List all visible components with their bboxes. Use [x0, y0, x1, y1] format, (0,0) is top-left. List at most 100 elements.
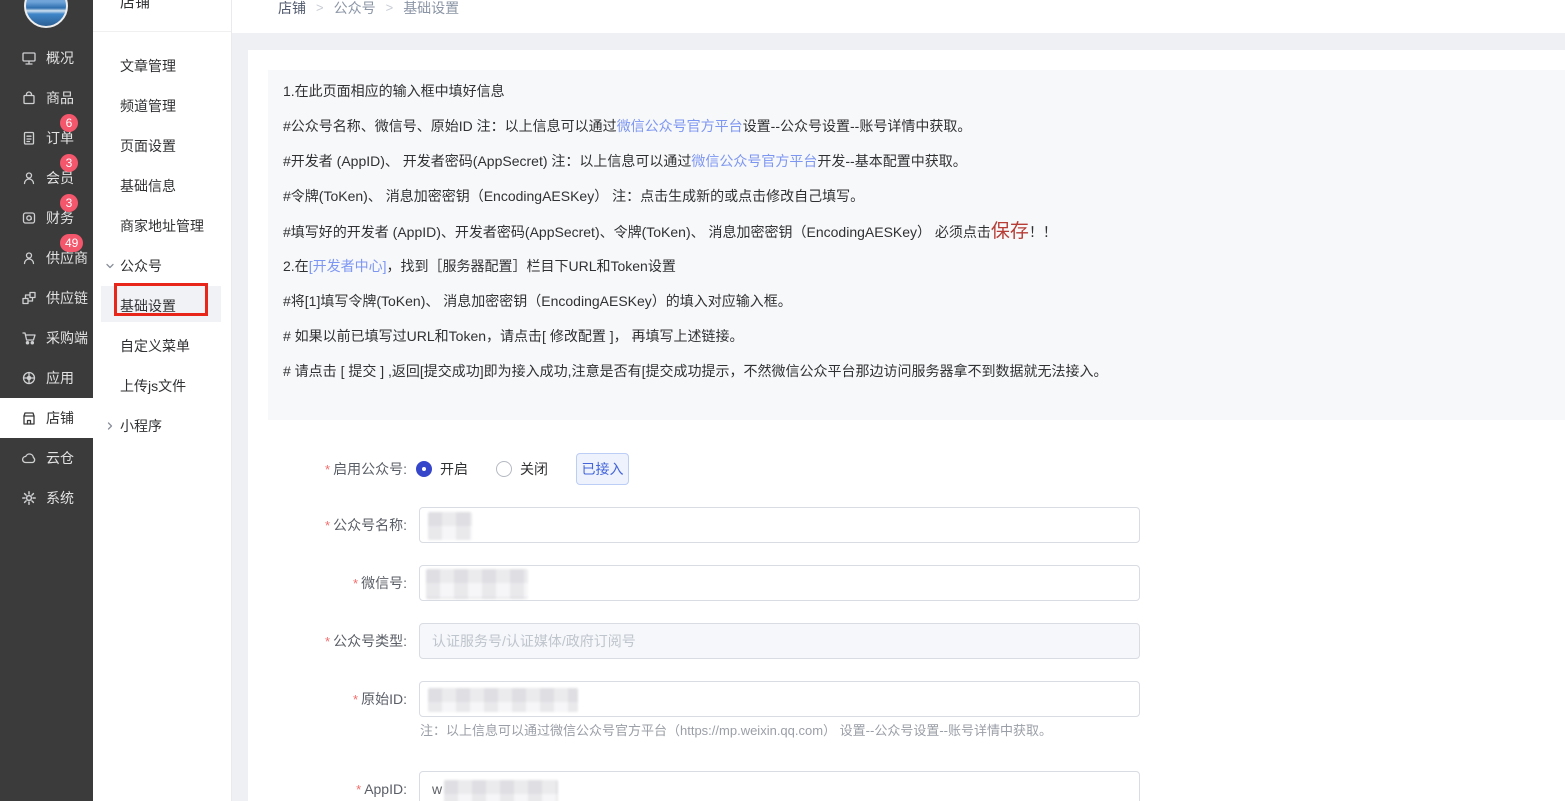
redacted-value [426, 569, 528, 599]
instruction-line: #公众号名称、微信号、原始ID 注：以上信息可以通过微信公众号官方平台设置--公… [283, 109, 1565, 144]
redacted-value [428, 688, 578, 712]
app-id-visible-value: w [432, 781, 442, 797]
sidebar-item-label: 概况 [46, 48, 74, 68]
account-name-label: *公众号名称: [248, 507, 407, 544]
sidebar-item-apps[interactable]: 应用 [0, 358, 93, 398]
sidebar-item-label: 供应链 [46, 288, 88, 308]
sidebar-item-members[interactable]: 会员 3 [0, 158, 93, 198]
enable-official-account-label: *启用公众号: [248, 451, 407, 488]
original-id-input[interactable] [419, 681, 1140, 717]
instructions-panel: 1.在此页面相应的输入框中填好信息 #公众号名称、微信号、原始ID 注：以上信息… [268, 70, 1565, 420]
instruction-line: 1.在此页面相应的输入框中填好信息 [283, 74, 1565, 109]
secondary-nav: 文章管理 频道管理 页面设置 基础信息 商家地址管理 公众号 基础设置 自定义菜… [93, 46, 231, 446]
top-bar: 店铺 > 公众号 > 基础设置 [232, 0, 1565, 33]
supply-chain-icon [21, 290, 37, 306]
app-id-label: *AppID: [248, 771, 407, 801]
sidebar-item-label: 系统 [46, 488, 74, 508]
official-platform-link[interactable]: 微信公众号官方平台 [691, 153, 817, 169]
redacted-value [444, 780, 558, 801]
instruction-line: #填写好的开发者 (AppID)、开发者密码(AppSecret)、令牌(ToK… [283, 214, 1565, 249]
finance-icon [21, 210, 37, 226]
account-type-placeholder: 认证服务号/认证媒体/政府订阅号 [432, 633, 636, 649]
menu-item-channel-management[interactable]: 频道管理 [93, 86, 231, 126]
radio-off[interactable] [496, 461, 512, 477]
sidebar-item-overview[interactable]: 概况 [0, 38, 93, 78]
cart-icon [21, 330, 37, 346]
instruction-line: # 如果以前已填写过URL和Token，请点击[ 修改配置 ]， 再填写上述链接… [283, 319, 1565, 354]
menu-group-mini-program[interactable]: 小程序 [93, 406, 231, 446]
radio-off-label[interactable]: 关闭 [520, 459, 548, 479]
primary-sidebar: 概况 商品 订单 6 会员 3 财务 3 供应商 49 供应链 [0, 0, 93, 801]
sidebar-item-system[interactable]: 系统 [0, 478, 93, 518]
developer-center-link[interactable]: [开发者中心] [309, 258, 387, 274]
wechat-id-input[interactable] [419, 565, 1140, 601]
redacted-value [428, 512, 472, 540]
menu-item-basic-info[interactable]: 基础信息 [93, 166, 231, 206]
content-area: 1.在此页面相应的输入框中填好信息 #公众号名称、微信号、原始ID 注：以上信息… [232, 33, 1565, 801]
original-id-label: *原始ID: [248, 681, 407, 718]
member-icon [21, 170, 37, 186]
instruction-line: #开发者 (AppID)、 开发者密码(AppSecret) 注：以上信息可以通… [283, 144, 1565, 179]
sidebar-item-procurement[interactable]: 采购端 [0, 318, 93, 358]
sidebar-item-shop[interactable]: 店铺 [0, 398, 93, 438]
sidebar-item-label: 店铺 [46, 408, 74, 428]
save-emphasis: 保存 [991, 221, 1029, 242]
gear-icon [21, 490, 37, 506]
instruction-line: # 请点击 [ 提交 ] ,返回[提交成功]即为接入成功,注意是否有[提交成功提… [283, 354, 1565, 389]
bag-icon [21, 90, 37, 106]
breadcrumb-item-shop[interactable]: 店铺 [278, 0, 306, 19]
menu-item-upload-js[interactable]: 上传js文件 [93, 366, 231, 406]
account-type-input: 认证服务号/认证媒体/政府订阅号 [419, 623, 1140, 659]
breadcrumb-item-basic-settings[interactable]: 基础设置 [403, 0, 459, 19]
account-type-label: *公众号类型: [248, 623, 407, 660]
sidebar-item-label: 商品 [46, 88, 74, 108]
supplier-icon [21, 250, 37, 266]
instruction-line: #令牌(ToKen)、 消息加密密钥（EncodingAESKey） 注：点击生… [283, 179, 1565, 214]
cloud-icon [21, 450, 37, 466]
menu-item-article-management[interactable]: 文章管理 [93, 46, 231, 86]
menu-item-page-settings[interactable]: 页面设置 [93, 126, 231, 166]
sidebar-item-cloud-warehouse[interactable]: 云仓 [0, 438, 93, 478]
account-name-input[interactable] [419, 507, 1140, 543]
official-platform-link[interactable]: 微信公众号官方平台 [617, 118, 743, 134]
orders-badge: 6 [60, 114, 78, 132]
sidebar-item-products[interactable]: 商品 [0, 78, 93, 118]
app-id-input[interactable]: w [419, 771, 1140, 801]
breadcrumb-separator: > [386, 0, 394, 19]
members-badge: 3 [60, 154, 78, 172]
chevron-right-icon [105, 406, 115, 446]
radio-on-label[interactable]: 开启 [440, 459, 468, 479]
divider [93, 31, 231, 32]
menu-item-merchant-address[interactable]: 商家地址管理 [93, 206, 231, 246]
secondary-sidebar: 店铺 文章管理 频道管理 页面设置 基础信息 商家地址管理 公众号 基础设置 自… [93, 0, 232, 801]
sidebar-item-finance[interactable]: 财务 3 [0, 198, 93, 238]
wechat-id-label: *微信号: [248, 565, 407, 602]
breadcrumb-item-official-account[interactable]: 公众号 [334, 0, 376, 19]
shop-icon [21, 410, 37, 426]
sidebar-item-supply-chain[interactable]: 供应链 [0, 278, 93, 318]
breadcrumb-separator: > [316, 0, 324, 19]
breadcrumb: 店铺 > 公众号 > 基础设置 [278, 0, 459, 19]
instruction-line: 2.在[开发者中心]，找到［服务器配置］栏目下URL和Token设置 [283, 249, 1565, 284]
suppliers-badge: 49 [60, 234, 83, 252]
monitor-icon [21, 50, 37, 66]
order-icon [21, 130, 37, 146]
sidebar-item-suppliers[interactable]: 供应商 49 [0, 238, 93, 278]
enable-official-account-row: 开启 关闭 已接入 [416, 451, 629, 487]
instruction-line: #将[1]填写令牌(ToKen)、 消息加密密钥（EncodingAESKey）… [283, 284, 1565, 319]
chevron-down-icon [105, 246, 115, 286]
sidebar-item-orders[interactable]: 订单 6 [0, 118, 93, 158]
radio-on[interactable] [416, 461, 432, 477]
settings-card: 1.在此页面相应的输入框中填好信息 #公众号名称、微信号、原始ID 注：以上信息… [248, 50, 1565, 801]
connected-status-button[interactable]: 已接入 [576, 453, 629, 485]
menu-item-basic-settings[interactable]: 基础设置 [93, 286, 231, 326]
secondary-sidebar-title: 店铺 [120, 0, 150, 13]
primary-nav: 概况 商品 订单 6 会员 3 财务 3 供应商 49 供应链 [0, 38, 93, 518]
apps-icon [21, 370, 37, 386]
menu-item-custom-menu[interactable]: 自定义菜单 [93, 326, 231, 366]
menu-group-official-account[interactable]: 公众号 [93, 246, 231, 286]
finance-badge: 3 [60, 194, 78, 212]
sidebar-item-label: 云仓 [46, 448, 74, 468]
sidebar-item-label: 应用 [46, 368, 74, 388]
avatar[interactable] [24, 0, 68, 28]
